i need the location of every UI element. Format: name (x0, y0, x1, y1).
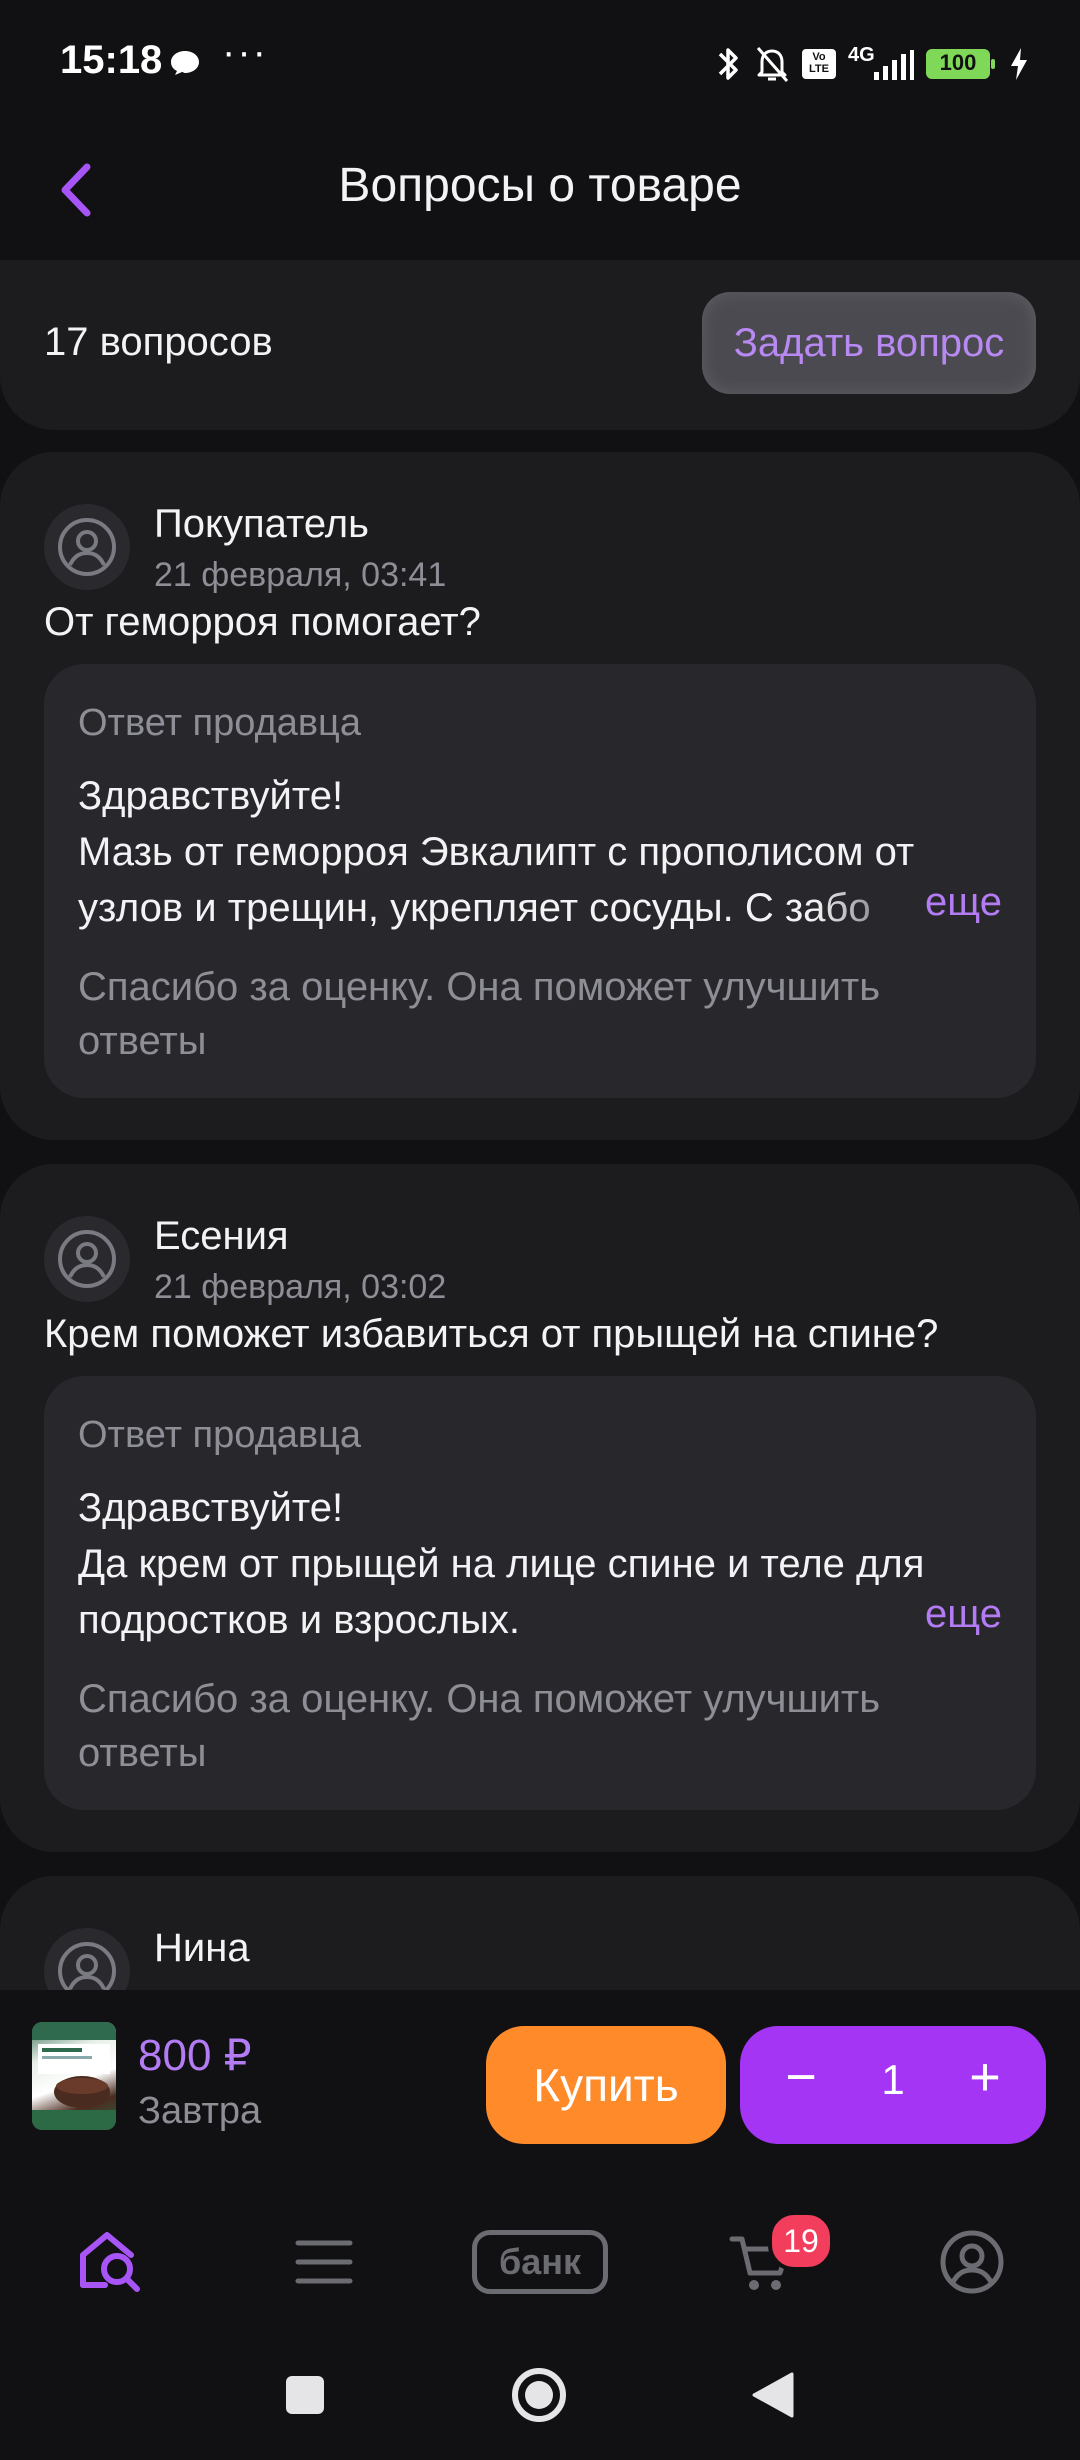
cart-count-badge: 19 (768, 2211, 834, 2271)
question-text: Крем поможет избавиться от прыщей на спи… (44, 1312, 939, 1356)
profile-icon (940, 2230, 1004, 2294)
volte-icon: Vo LTE (802, 49, 836, 79)
questions-summary-panel: 17 вопросов Задать вопрос (0, 260, 1080, 430)
nav-cart[interactable]: 19 (716, 2211, 834, 2302)
battery-level: 100 (939, 50, 977, 75)
ask-question-button[interactable]: Задать вопрос (702, 292, 1036, 394)
answer-more-link[interactable]: еще (919, 880, 1002, 925)
menu-lines-icon (295, 2240, 353, 2284)
status-time: 15:18 (60, 38, 163, 82)
question-date: 21 февраля, 03:02 (154, 1268, 447, 1306)
status-icons: Vo LTE 4G 100 (714, 44, 1030, 84)
user-avatar-icon (58, 518, 116, 576)
page-title: Вопросы о товаре (338, 159, 742, 212)
question-text: От геморроя помогает? (44, 600, 481, 644)
status-bar: 15:18 ··· Vo LTE 4G 100 (0, 0, 1080, 130)
question-author: Покупатель (154, 502, 369, 546)
buy-button[interactable]: Купить (486, 2026, 726, 2144)
answer-feedback-text: Спасибо за оценку. Она поможет улучшить … (78, 965, 881, 1063)
status-overflow-dots: ··· (222, 30, 268, 74)
charging-bolt-icon (1011, 48, 1027, 80)
product-thumbnail[interactable] (32, 2022, 116, 2130)
seller-answer: Ответ продавца Здравствуйте! Да крем от … (44, 1376, 1036, 1810)
bell-muted-icon (756, 47, 789, 82)
answer-label: Ответ продавца (78, 702, 361, 744)
signal-icon: 4G (848, 44, 914, 82)
question-author: Нина (154, 1926, 250, 1970)
quantity-stepper: − 1 + (740, 2026, 1046, 2144)
seller-answer: Ответ продавца Здравствуйте! Мазь от гем… (44, 664, 1036, 1098)
home-circle-icon[interactable] (510, 2366, 568, 2424)
header: Вопросы о товаре (0, 130, 1080, 260)
answer-label: Ответ продавца (78, 1414, 361, 1456)
bottom-navigation: банк 19 (0, 2186, 1080, 2326)
delivery-date: Завтра (138, 2090, 262, 2132)
nav-profile[interactable] (932, 2222, 1012, 2302)
avatar (44, 504, 130, 590)
question-card: Есения 21 февраля, 03:02 Крем поможет из… (0, 1164, 1080, 1852)
nav-home-search[interactable] (70, 2222, 150, 2302)
recent-apps-icon[interactable] (284, 2374, 326, 2416)
product-image (32, 2022, 116, 2130)
user-avatar-icon (58, 1230, 116, 1288)
battery-icon: 100 (926, 49, 995, 79)
system-navigation (0, 2326, 1080, 2460)
nav-bank[interactable]: банк (470, 2222, 610, 2302)
question-author: Есения (154, 1214, 289, 1258)
answer-more-link[interactable]: еще (919, 1592, 1002, 1637)
increase-quantity-button[interactable]: + (960, 2046, 1010, 2108)
questions-count: 17 вопросов (44, 320, 273, 364)
nav-catalog[interactable] (284, 2222, 364, 2302)
bank-icon: банк (472, 2230, 608, 2294)
question-date: 21 февраля, 03:41 (154, 556, 447, 594)
answer-feedback-text: Спасибо за оценку. Она поможет улучшить … (78, 1677, 881, 1775)
home-search-icon (80, 2232, 140, 2292)
back-triangle-icon[interactable] (750, 2370, 796, 2420)
network-type: 4G (848, 44, 875, 66)
product-price: 800 ₽ (138, 2031, 252, 2080)
app-root: 15:18 ··· Vo LTE 4G 100 Вопросы о товаре… (0, 0, 1080, 2460)
bluetooth-icon (718, 48, 738, 80)
answer-fade (826, 1592, 916, 1648)
avatar (44, 1216, 130, 1302)
buy-bar: 800 ₽ Завтра Купить − 1 + (0, 1990, 1080, 2186)
question-card: Покупатель 21 февраля, 03:41 От геморроя… (0, 452, 1080, 1140)
answer-fade (816, 880, 936, 936)
message-notification-icon (171, 51, 199, 75)
